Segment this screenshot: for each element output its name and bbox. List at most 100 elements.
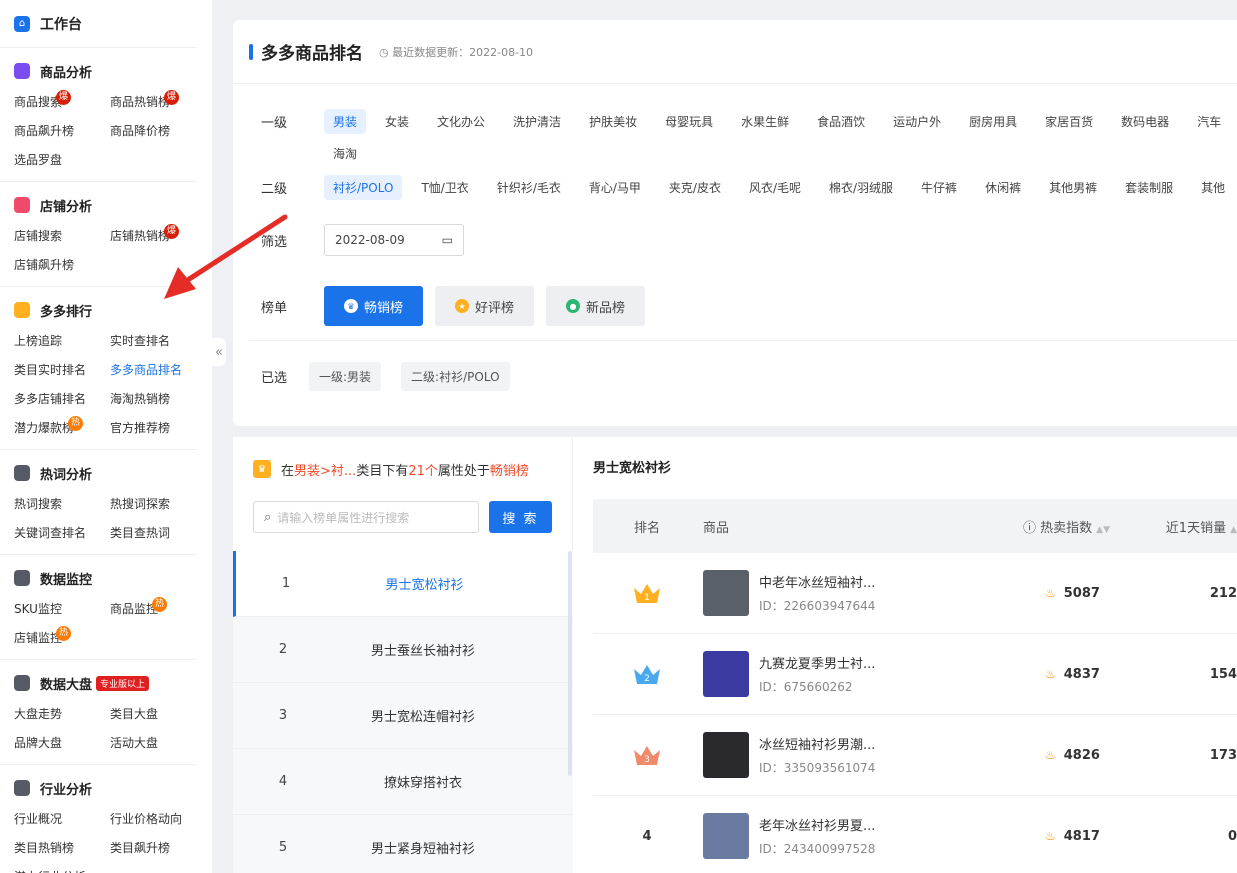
sidebar-item[interactable]: 行业价格动向 (110, 805, 206, 834)
keyword-scrollbar[interactable] (568, 551, 572, 776)
sidebar-item[interactable]: 热词搜索 (14, 490, 110, 519)
level1-chip[interactable]: 男装 (324, 109, 367, 134)
keyword-item[interactable]: 4 撩妹穿搭衬衣 (233, 749, 573, 815)
sidebar-item[interactable]: 多多店铺排名 (14, 385, 110, 414)
collapse-sidebar-button[interactable]: « (212, 338, 226, 366)
level2-chip[interactable]: T恤/卫衣 (412, 175, 477, 200)
sidebar-item[interactable]: SKU监控 (14, 595, 110, 624)
level2-chip[interactable]: 牛仔裤 (912, 175, 966, 200)
sidebar-item[interactable]: 品牌大盘 (14, 729, 110, 758)
date-picker[interactable]: 2022-08-09 ▭ (324, 224, 464, 256)
product-name[interactable]: 九赛龙夏季男士衬... (759, 653, 875, 672)
sidebar-item[interactable]: 商品热销榜爆 (110, 88, 206, 117)
new-product-tab[interactable]: ● 新品榜 (546, 286, 646, 326)
level1-chip[interactable]: 洗护清洁 (504, 109, 570, 134)
product-id: ID：335093561074 (759, 761, 876, 775)
sidebar-item[interactable]: 潜力爆款榜热 (14, 414, 110, 443)
table-row[interactable]: 3 冰丝短袖衬衫男潮... ID：335093561074 ♨ 4826 173 (593, 715, 1237, 796)
sidebar-section-header[interactable]: 行业分析 (0, 765, 196, 805)
sidebar-item[interactable]: 店铺监控热 (14, 624, 110, 653)
sidebar-item[interactable]: 商品搜索爆 (14, 88, 110, 117)
sidebar-item[interactable]: 关键词查排名 (14, 519, 110, 548)
sidebar-item[interactable]: 类目飙升榜 (110, 834, 206, 863)
sidebar-item[interactable]: 热搜词探索 (110, 490, 206, 519)
level2-chip[interactable]: 棉衣/羽绒服 (820, 175, 902, 200)
level1-chip[interactable]: 水果生鲜 (732, 109, 798, 134)
product-name[interactable]: 老年冰丝衬衫男夏... (759, 815, 875, 834)
sidebar-item[interactable]: 店铺搜索 (14, 222, 110, 251)
good-review-tab[interactable]: ★ 好评榜 (435, 286, 535, 326)
level2-chip[interactable]: 休闲裤 (976, 175, 1030, 200)
product-name[interactable]: 冰丝短袖衬衫男潮... (759, 734, 875, 753)
keyword-item[interactable]: 2 男士蚕丝长袖衬衫 (233, 617, 573, 683)
level1-chip[interactable]: 厨房用具 (960, 109, 1026, 134)
sidebar-item[interactable]: 商品降价榜 (110, 117, 206, 146)
sidebar-item[interactable]: 类目查热词 (110, 519, 206, 548)
product-cell[interactable]: 老年冰丝衬衫男夏... ID：243400997528 (701, 813, 1023, 859)
search-button[interactable]: 搜 索 (489, 501, 552, 533)
keyword-text: 男士紧身短袖衬衫 (370, 842, 475, 857)
sidebar-item[interactable]: 多多商品排名 (110, 356, 206, 385)
level2-chip[interactable]: 衬衫/POLO (324, 175, 403, 200)
sidebar-item[interactable]: 类目实时排名 (14, 356, 110, 385)
sidebar-item[interactable]: 官方推荐榜 (110, 414, 206, 443)
sidebar-item-label: SKU监控 (14, 602, 62, 616)
level1-chip[interactable]: 运动户外 (884, 109, 950, 134)
level1-chip[interactable]: 家居百货 (1036, 109, 1102, 134)
bestseller-tab[interactable]: ♛ 畅销榜 (324, 286, 424, 326)
header-hot[interactable]: ⓘ 热卖指数 ▲▼ (1023, 517, 1153, 536)
level1-chip[interactable]: 文化办公 (428, 109, 494, 134)
keyword-item[interactable]: 5 男士紧身短袖衬衫 (233, 815, 573, 873)
hot-badge: 热 (68, 416, 83, 431)
selected-chip-level2[interactable]: 二级:衬衫/POLO (401, 362, 510, 391)
level2-chip[interactable]: 夹克/皮衣 (660, 175, 730, 200)
product-cell[interactable]: 冰丝短袖衬衫男潮... ID：335093561074 (701, 732, 1023, 778)
level2-chip[interactable]: 其他男裤 (1040, 175, 1106, 200)
product-name[interactable]: 中老年冰丝短袖衬... (759, 572, 875, 591)
level1-chip-extra[interactable]: 海淘 (324, 141, 366, 166)
level2-chip[interactable]: 风衣/毛呢 (740, 175, 810, 200)
level1-chip[interactable]: 食品酒饮 (808, 109, 874, 134)
sidebar-workbench[interactable]: ⌂ 工作台 (0, 0, 196, 48)
sidebar-item[interactable]: 店铺飙升榜 (14, 251, 110, 280)
keyword-search-input[interactable]: ⌕ 请输入榜单属性进行搜索 (253, 501, 479, 533)
sidebar-item[interactable]: 海淘热销榜 (110, 385, 206, 414)
table-row[interactable]: 4 老年冰丝衬衫男夏... ID：243400997528 ♨ 4817 0 (593, 796, 1237, 873)
header-sales[interactable]: 近1天销量 ▲ (1153, 517, 1237, 536)
level2-chip[interactable]: 其他 (1192, 175, 1234, 200)
sidebar-section-header[interactable]: 数据监控 (0, 555, 196, 595)
keyword-item[interactable]: 1 男士宽松衬衫 (233, 551, 573, 617)
product-image[interactable] (703, 651, 749, 697)
sidebar-item[interactable]: 上榜追踪 (14, 327, 110, 356)
level2-chip[interactable]: 背心/马甲 (580, 175, 650, 200)
level1-chip[interactable]: 母婴玩具 (656, 109, 722, 134)
sidebar-item[interactable]: 实时查排名 (110, 327, 206, 356)
product-cell[interactable]: 中老年冰丝短袖衬... ID：226603947644 (701, 570, 1023, 616)
level2-chip[interactable]: 套装制服 (1116, 175, 1182, 200)
sidebar-item[interactable]: 潜力行业分析 (14, 863, 110, 873)
product-image[interactable] (703, 570, 749, 616)
sidebar-item[interactable]: 商品飙升榜 (14, 117, 110, 146)
sidebar-section-header[interactable]: 热词分析 (0, 450, 196, 490)
level2-chip[interactable]: 针织衫/毛衣 (488, 175, 570, 200)
level1-chip[interactable]: 护肤美妆 (580, 109, 646, 134)
product-image[interactable] (703, 732, 749, 778)
sidebar-item[interactable]: 行业概况 (14, 805, 110, 834)
keyword-item[interactable]: 3 男士宽松连帽衬衫 (233, 683, 573, 749)
level1-chip[interactable]: 数码电器 (1112, 109, 1178, 134)
sidebar-item[interactable]: 类目大盘 (110, 700, 206, 729)
sidebar-item[interactable]: 活动大盘 (110, 729, 206, 758)
sidebar-item[interactable]: 商品监控热 (110, 595, 206, 624)
sidebar-section-header[interactable]: 数据大盘 专业版以上 (0, 660, 196, 700)
level1-chip[interactable]: 女装 (376, 109, 418, 134)
sidebar-section-header[interactable]: 商品分析 (0, 48, 196, 88)
sidebar-item[interactable]: 类目热销榜 (14, 834, 110, 863)
product-cell[interactable]: 九赛龙夏季男士衬... ID：675660262 (701, 651, 1023, 697)
selected-chip-level1[interactable]: 一级:男装 (309, 362, 382, 391)
sidebar-item[interactable]: 选品罗盘 (14, 146, 110, 175)
level1-chip[interactable]: 汽车 (1188, 109, 1230, 134)
table-row[interactable]: 2 九赛龙夏季男士衬... ID：675660262 ♨ 4837 154 (593, 634, 1237, 715)
sidebar-item[interactable]: 大盘走势 (14, 700, 110, 729)
table-row[interactable]: 1 中老年冰丝短袖衬... ID：226603947644 ♨ 5087 212 (593, 553, 1237, 634)
product-image[interactable] (703, 813, 749, 859)
